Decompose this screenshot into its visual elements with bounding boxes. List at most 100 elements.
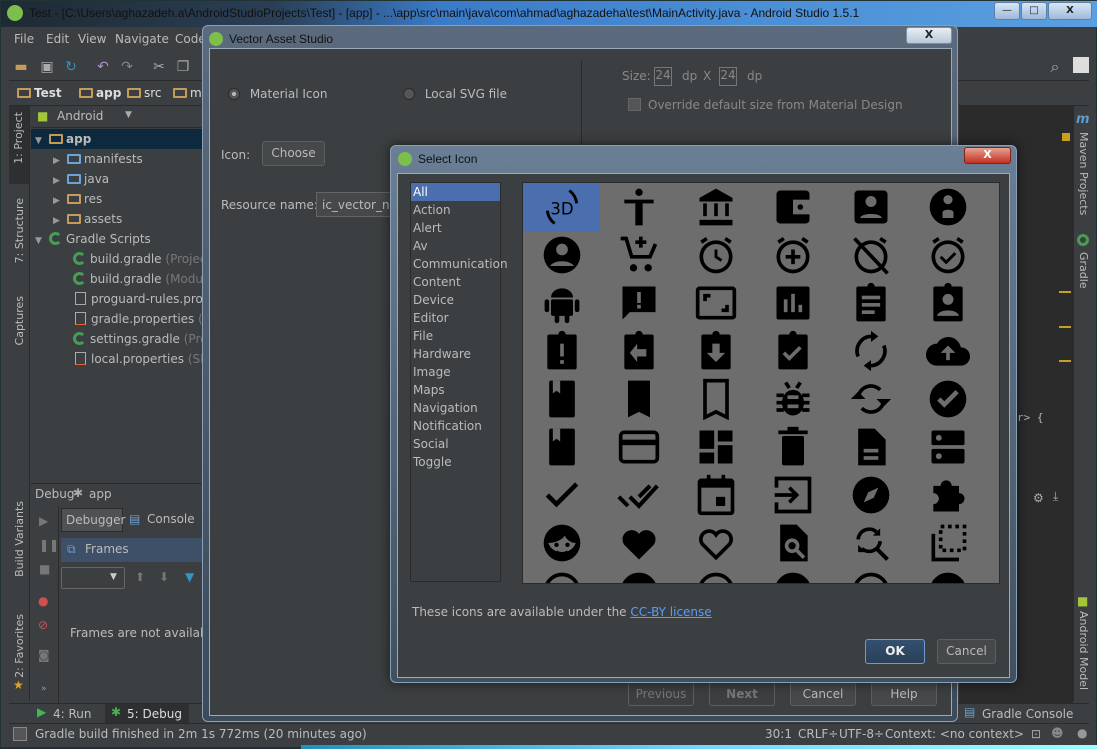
category-item-hardware[interactable]: Hardware (411, 345, 500, 363)
icon-face[interactable] (523, 519, 600, 567)
icon-assignment-late[interactable] (523, 327, 600, 375)
material-icon-radio[interactable]: Material Icon (228, 87, 327, 101)
tree-item-gradle-scripts[interactable]: ▼ Gradle Scripts (31, 229, 203, 249)
category-item-file[interactable]: File (411, 327, 500, 345)
icon-done-all[interactable] (600, 471, 677, 519)
view-breakpoints-icon[interactable]: ● (38, 594, 48, 608)
category-item-communication[interactable]: Communication (411, 255, 508, 273)
tool-tab-favorites[interactable]: 2: Favorites (13, 614, 26, 678)
pause-icon[interactable]: ❚❚ (39, 538, 59, 552)
maximize-button[interactable]: □ (1021, 2, 1047, 20)
icon-android[interactable] (523, 279, 600, 327)
breadcrumb-app[interactable]: app (79, 86, 121, 100)
tool-tab-run[interactable]: ▶ 4: Run (35, 705, 95, 723)
icon-alarm-off[interactable] (832, 231, 909, 279)
category-item-av[interactable]: Av (411, 237, 500, 255)
tool-tab-maven[interactable]: Maven Projects (1077, 132, 1090, 215)
menu-edit[interactable]: Edit (46, 32, 69, 46)
icon-partial[interactable] (910, 567, 987, 583)
category-item-navigation[interactable]: Navigation (411, 399, 500, 417)
icon-favorite[interactable] (600, 519, 677, 567)
icon-delete[interactable] (755, 423, 832, 471)
copy-icon[interactable]: ❐ (175, 59, 191, 75)
tool-tab-android-model[interactable]: Android Model (1077, 611, 1090, 690)
save-icon[interactable]: ▣ (39, 59, 55, 75)
icon-announcement[interactable] (600, 279, 677, 327)
menu-navigate[interactable]: Navigate (115, 32, 169, 46)
icon-account-circle-alt[interactable] (910, 183, 987, 231)
tree-item-build-gradle-module[interactable]: build.gradle (Module (31, 269, 214, 289)
icon-partial[interactable] (755, 567, 832, 583)
icon-check-circle[interactable] (910, 375, 987, 423)
filter-icon[interactable]: ▼ (185, 570, 194, 584)
icon-account-box[interactable] (832, 183, 909, 231)
open-folder-icon[interactable]: ▬ (13, 59, 29, 75)
up-arrow-icon[interactable]: ⬆ (135, 570, 145, 584)
cancel-button[interactable]: Cancel (790, 682, 856, 706)
user-avatar-icon[interactable] (1073, 57, 1089, 73)
redo-icon[interactable]: ↷ (119, 59, 135, 75)
tree-item-settings-gradle[interactable]: settings.gradle (Proje (31, 329, 218, 349)
chevron-down-icon[interactable]: ▼ (125, 110, 132, 120)
tree-item-app[interactable]: ▼ app (31, 129, 203, 149)
icon-assessment[interactable] (755, 279, 832, 327)
lock-icon[interactable]: ⊡ (1031, 727, 1041, 741)
icon-assignment-return[interactable] (600, 327, 677, 375)
icon-alarm-add[interactable] (755, 231, 832, 279)
category-item-action[interactable]: Action (411, 201, 500, 219)
category-item-image[interactable]: Image (411, 363, 500, 381)
tool-tab-captures[interactable]: Captures (13, 296, 26, 345)
icon-dns[interactable] (910, 423, 987, 471)
icon-partial[interactable] (600, 567, 677, 583)
previous-button[interactable]: Previous (628, 682, 694, 706)
line-separator[interactable]: CRLF÷ (798, 727, 838, 741)
icon-account-balance-wallet[interactable] (755, 183, 832, 231)
icon-partial[interactable] (678, 567, 755, 583)
icon-dashboard[interactable] (678, 423, 755, 471)
tree-item-gradle-properties[interactable]: gradle.properties (Pro (31, 309, 222, 329)
icon-bookmark-border[interactable] (678, 375, 755, 423)
local-svg-radio[interactable]: Local SVG file (403, 87, 507, 101)
minimize-button[interactable]: — (994, 2, 1020, 20)
project-view-selector[interactable]: Android (57, 109, 103, 123)
icon-flip-to-back[interactable] (910, 519, 987, 567)
icon-assignment-returned[interactable] (678, 327, 755, 375)
tree-item-assets[interactable]: ▶ assets (31, 209, 203, 229)
more-icon[interactable]: » (41, 684, 47, 694)
tool-tab-build-variants[interactable]: Build Variants (13, 501, 26, 577)
close-button[interactable]: X (1048, 2, 1092, 20)
category-item-all[interactable]: All (411, 183, 500, 201)
tab-debugger[interactable]: Debugger (61, 508, 125, 532)
tree-item-manifests[interactable]: ▶ manifests (31, 149, 203, 169)
category-item-toggle[interactable]: Toggle (411, 453, 500, 471)
icon-exit-to-app[interactable] (755, 471, 832, 519)
error-stripe-mark[interactable] (1059, 291, 1071, 293)
category-item-content[interactable]: Content (411, 273, 500, 291)
icon-aspect-ratio[interactable] (678, 279, 755, 327)
icon-alarm[interactable] (678, 231, 755, 279)
mute-breakpoints-icon[interactable]: ⊘ (38, 618, 48, 632)
tree-item-res[interactable]: ▶ res (31, 189, 203, 209)
icon-explore[interactable] (832, 471, 909, 519)
search-icon[interactable]: ⌕ (1047, 59, 1063, 75)
undo-icon[interactable]: ↶ (95, 59, 111, 75)
close-button[interactable]: X (906, 27, 952, 44)
resume-icon[interactable]: ▶ (39, 514, 48, 528)
width-input[interactable]: 24 (654, 67, 672, 86)
icon-accessibility[interactable] (600, 183, 677, 231)
height-input[interactable]: 24 (719, 67, 737, 86)
tab-console[interactable]: ▤ Console (125, 508, 205, 532)
cut-icon[interactable]: ✂ (151, 59, 167, 75)
menu-view[interactable]: View (78, 32, 106, 46)
icon-autorenew[interactable] (832, 327, 909, 375)
category-item-maps[interactable]: Maps (411, 381, 500, 399)
category-item-social[interactable]: Social (411, 435, 500, 453)
tree-item-java[interactable]: ▶ java (31, 169, 203, 189)
icon-find-replace[interactable] (832, 519, 909, 567)
icon-credit-card[interactable] (600, 423, 677, 471)
icon-description[interactable] (832, 423, 909, 471)
next-button[interactable]: Next (709, 682, 775, 706)
close-button[interactable]: X (964, 147, 1011, 164)
icon-bookmark[interactable] (600, 375, 677, 423)
icon-assignment[interactable] (832, 279, 909, 327)
